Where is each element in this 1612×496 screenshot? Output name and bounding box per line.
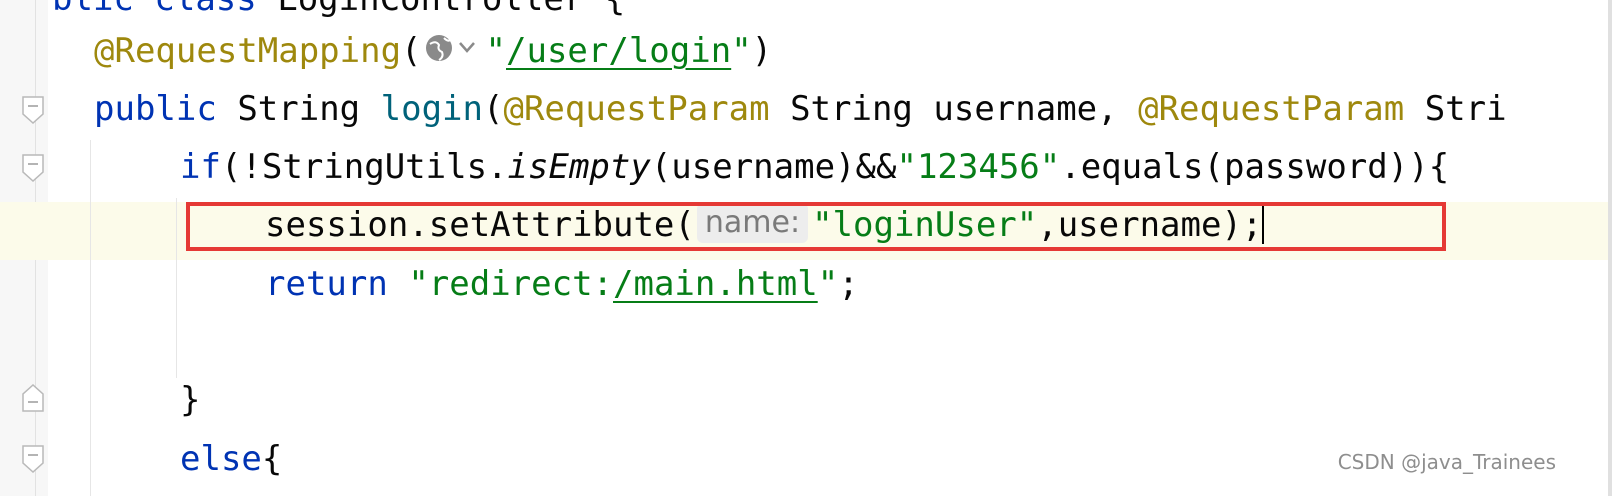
- indent-guide: [176, 198, 177, 378]
- code-line-request-mapping: @RequestMapping( "/user/login"): [94, 22, 772, 82]
- brace: }: [180, 380, 201, 420]
- semicolon: ;: [838, 264, 859, 304]
- code-text: (username)&&: [650, 147, 897, 187]
- url-link[interactable]: /main.html: [613, 264, 818, 304]
- brace: {: [261, 439, 283, 479]
- watermark: CSDN @java_Trainees: [1337, 450, 1556, 474]
- type: Stri: [1424, 89, 1507, 129]
- scrollbar-track[interactable]: [1608, 0, 1612, 496]
- annotation: @RequestParam: [503, 89, 770, 129]
- method-name: login: [380, 89, 483, 129]
- string-quote: "redirect:: [408, 264, 614, 304]
- fold-marker-else-icon[interactable]: [22, 445, 44, 473]
- code-line-close-brace: }: [180, 371, 200, 429]
- paren: ): [751, 31, 773, 71]
- type: String: [790, 89, 913, 129]
- code-line-return: return "redirect:/main.html";: [265, 255, 859, 313]
- class-name: LoginController: [277, 0, 584, 19]
- code-line-if-condition: if(!StringUtils.isEmpty(username)&&"1234…: [180, 138, 1449, 196]
- annotation: @RequestMapping: [94, 31, 402, 71]
- url-link[interactable]: /user/login: [506, 31, 731, 71]
- code-line-else: else{: [180, 430, 282, 488]
- fold-marker-if-icon[interactable]: [22, 154, 44, 182]
- keyword: blic: [52, 0, 134, 19]
- code-text: (!StringUtils.: [220, 147, 508, 187]
- keyword: else: [180, 439, 262, 479]
- annotation: @RequestParam: [1138, 89, 1405, 129]
- string-quote: ": [731, 31, 752, 71]
- paren: (: [401, 31, 422, 71]
- fold-marker-if-end-icon[interactable]: [22, 384, 44, 412]
- keyword: if: [180, 147, 221, 187]
- type: String: [237, 89, 361, 129]
- code-text: .equals(password)){: [1060, 147, 1450, 187]
- red-highlight-box: [186, 202, 1446, 251]
- globe-icon[interactable]: [424, 24, 484, 82]
- string-quote: ": [817, 264, 839, 304]
- string-literal: "123456": [896, 147, 1061, 187]
- brace: {: [605, 0, 625, 19]
- indent-guide: [90, 140, 91, 496]
- code-line-method-signature: public String login(@RequestParam String…: [94, 80, 1507, 138]
- fold-marker-method-icon[interactable]: [22, 96, 44, 124]
- string-quote: ": [485, 31, 507, 71]
- param: username,: [933, 89, 1118, 129]
- static-method: isEmpty: [507, 147, 651, 187]
- paren: (: [482, 89, 504, 129]
- keyword: return: [265, 264, 388, 304]
- keyword: public: [94, 89, 217, 129]
- keyword: class: [154, 0, 256, 19]
